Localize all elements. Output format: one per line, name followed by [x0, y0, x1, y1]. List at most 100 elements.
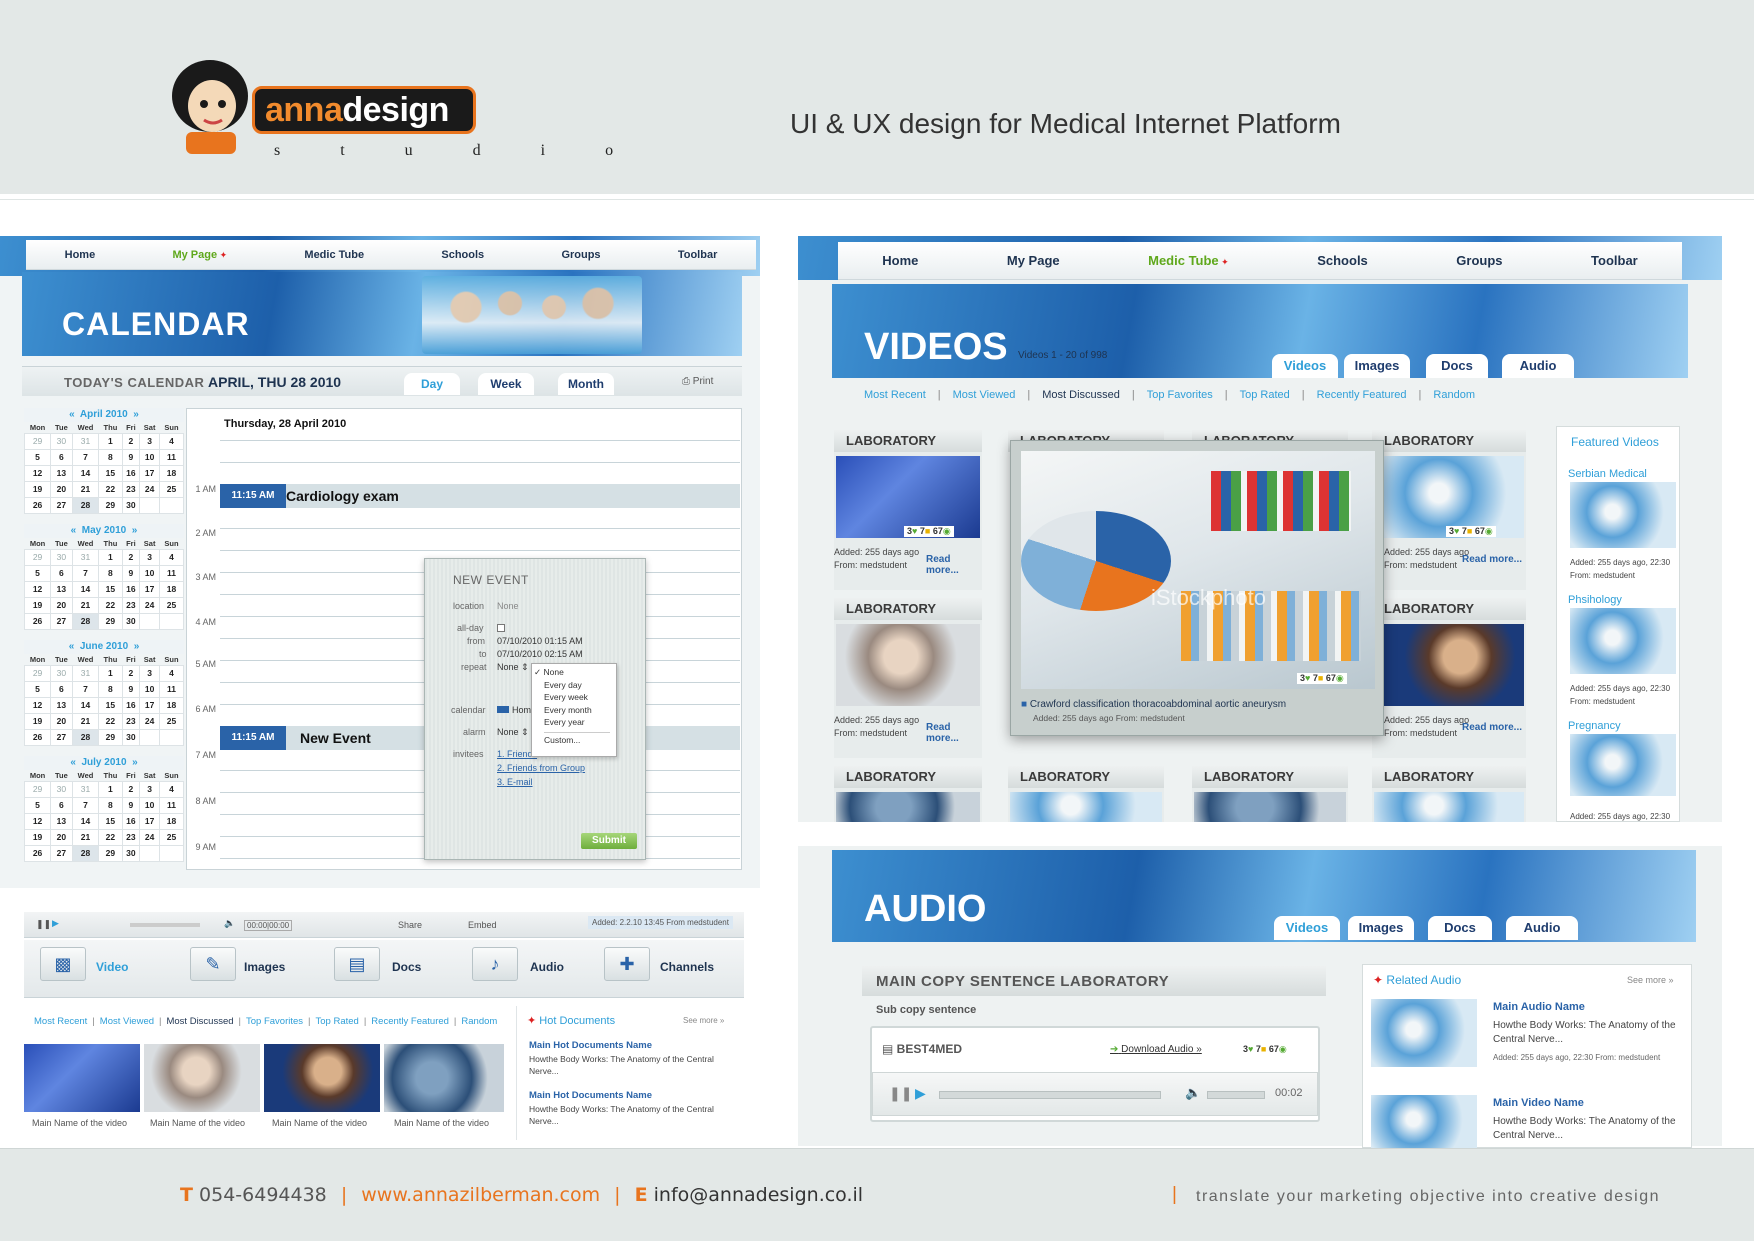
day-cell[interactable]: 20 [50, 828, 73, 846]
day-cell[interactable]: 5 [23, 564, 52, 582]
filter-most-viewed[interactable]: Most Viewed [953, 389, 1016, 401]
video-card[interactable]: LABORATORY [1008, 766, 1164, 822]
audio-progress[interactable] [939, 1091, 1161, 1099]
day-cell[interactable]: 27 [50, 728, 73, 746]
day-cell[interactable]: 7 [71, 680, 100, 698]
day-cell[interactable]: 28 [71, 844, 100, 862]
images-label[interactable]: Images [244, 960, 285, 974]
view-month-button[interactable]: Month [558, 373, 614, 395]
day-cell[interactable]: 12 [23, 812, 52, 830]
to-field[interactable]: 07/10/2010 02:15 AM [497, 649, 583, 659]
day-cell[interactable]: 29 [98, 496, 123, 514]
card-image[interactable] [1382, 624, 1524, 706]
read-more-link[interactable]: Read more... [926, 722, 982, 744]
filter-top-rated[interactable]: Top Rated [1240, 389, 1290, 401]
day-cell[interactable]: 13 [50, 696, 73, 714]
day-cell[interactable]: 5 [23, 448, 52, 466]
featured-thumbnail[interactable] [1570, 482, 1676, 548]
day-cell[interactable]: 9 [121, 448, 141, 466]
tab-docs[interactable]: Docs [1428, 916, 1492, 940]
day-cell[interactable]: 2 [121, 664, 141, 682]
day-cell[interactable] [139, 728, 160, 746]
day-cell[interactable] [139, 612, 160, 630]
day-cell[interactable]: 16 [121, 464, 141, 482]
hot-item-title[interactable]: Main Hot Documents Name [529, 1090, 652, 1101]
day-cell[interactable]: 26 [23, 612, 52, 630]
video-caption[interactable]: Main Name of the video [150, 1118, 245, 1128]
nav-schools[interactable]: Schools [441, 249, 484, 261]
hot-item-title[interactable]: Main Hot Documents Name [529, 1040, 652, 1051]
day-cell[interactable]: 24 [139, 596, 160, 614]
day-cell[interactable]: 3 [139, 432, 160, 450]
day-cell[interactable]: 27 [50, 496, 73, 514]
tab-images[interactable]: Images [1348, 916, 1414, 940]
nav-my-page[interactable]: My Page [1007, 253, 1060, 268]
invitee-email-link[interactable]: 3. E-mail [497, 777, 533, 787]
day-cell[interactable]: 17 [139, 580, 160, 598]
mini-month-header[interactable]: « July 2010 » [24, 756, 184, 770]
day-cell[interactable]: 7 [71, 564, 100, 582]
nav-my-page[interactable]: My Page [172, 249, 227, 261]
filter-most-recent[interactable]: Most Recent [864, 389, 926, 401]
video-card[interactable]: LABORATORY Added: 255 days ago From: meds… [834, 598, 982, 758]
video-button[interactable]: ▩ [40, 947, 86, 981]
day-cell[interactable]: 31 [71, 664, 100, 682]
video-caption[interactable]: Main Name of the video [394, 1118, 489, 1128]
nav-medic-tube[interactable]: Medic Tube [1148, 253, 1229, 268]
repeat-option[interactable]: Every day [544, 679, 610, 692]
day-cell[interactable]: 29 [98, 844, 123, 862]
day-cell[interactable]: 12 [23, 580, 52, 598]
volume-slider[interactable] [1207, 1091, 1265, 1099]
day-cell[interactable]: 24 [139, 828, 160, 846]
day-cell[interactable]: 13 [50, 812, 73, 830]
calendar-select[interactable]: Hom [497, 705, 531, 715]
day-cell[interactable]: 20 [50, 596, 73, 614]
location-field[interactable]: None [497, 601, 519, 611]
day-cell[interactable] [158, 612, 185, 630]
related-thumbnail[interactable] [1371, 999, 1477, 1067]
day-cell[interactable]: 25 [158, 712, 185, 730]
mini-month-header[interactable]: « April 2010 » [24, 408, 184, 422]
audio-label[interactable]: Audio [530, 960, 564, 974]
day-cell[interactable]: 24 [139, 712, 160, 730]
day-cell[interactable]: 26 [23, 728, 52, 746]
day-cell[interactable]: 11 [158, 680, 185, 698]
day-cell[interactable]: 20 [50, 480, 73, 498]
day-cell[interactable]: 17 [139, 696, 160, 714]
day-cell[interactable]: 14 [71, 464, 100, 482]
print-button[interactable]: ⎙ Print [682, 376, 713, 387]
filter-most-discussed[interactable]: Most Discussed [1042, 389, 1120, 401]
related-item-title[interactable]: Main Video Name [1493, 1097, 1584, 1109]
nav-medic-tube[interactable]: Medic Tube [304, 249, 364, 261]
day-cell[interactable]: 29 [23, 548, 52, 566]
day-cell[interactable]: 28 [71, 496, 100, 514]
featured-item-name[interactable]: Phsihology [1568, 594, 1622, 606]
day-cell[interactable]: 2 [121, 780, 141, 798]
day-cell[interactable] [139, 496, 160, 514]
channels-label[interactable]: Channels [660, 960, 714, 974]
card-image[interactable] [1194, 792, 1346, 822]
day-cell[interactable]: 15 [98, 580, 123, 598]
featured-thumbnail[interactable] [1570, 608, 1676, 674]
mini-month-header[interactable]: « June 2010 » [24, 640, 184, 654]
day-cell[interactable]: 5 [23, 796, 52, 814]
nav-toolbar[interactable]: Toolbar [1591, 253, 1638, 268]
filter-most-discussed[interactable]: Most Discussed [166, 1016, 233, 1027]
day-cell[interactable]: 17 [139, 812, 160, 830]
day-cell[interactable]: 22 [98, 480, 123, 498]
tab-audio[interactable]: Audio [1506, 916, 1578, 940]
day-cell[interactable]: 4 [158, 664, 185, 682]
nav-groups[interactable]: Groups [1456, 253, 1502, 268]
day-cell[interactable]: 6 [50, 448, 73, 466]
day-cell[interactable]: 28 [71, 612, 100, 630]
nav-groups[interactable]: Groups [561, 249, 600, 261]
day-cell[interactable]: 8 [98, 680, 123, 698]
mini-month-header[interactable]: « May 2010 » [24, 524, 184, 538]
repeat-option[interactable]: Every year [544, 716, 610, 729]
video-thumbnail[interactable] [264, 1044, 380, 1112]
day-cell[interactable]: 11 [158, 796, 185, 814]
filter-most-viewed[interactable]: Most Viewed [100, 1016, 154, 1027]
repeat-select[interactable]: None ⇕ [497, 662, 529, 673]
day-cell[interactable]: 10 [139, 796, 160, 814]
day-cell[interactable]: 26 [23, 496, 52, 514]
